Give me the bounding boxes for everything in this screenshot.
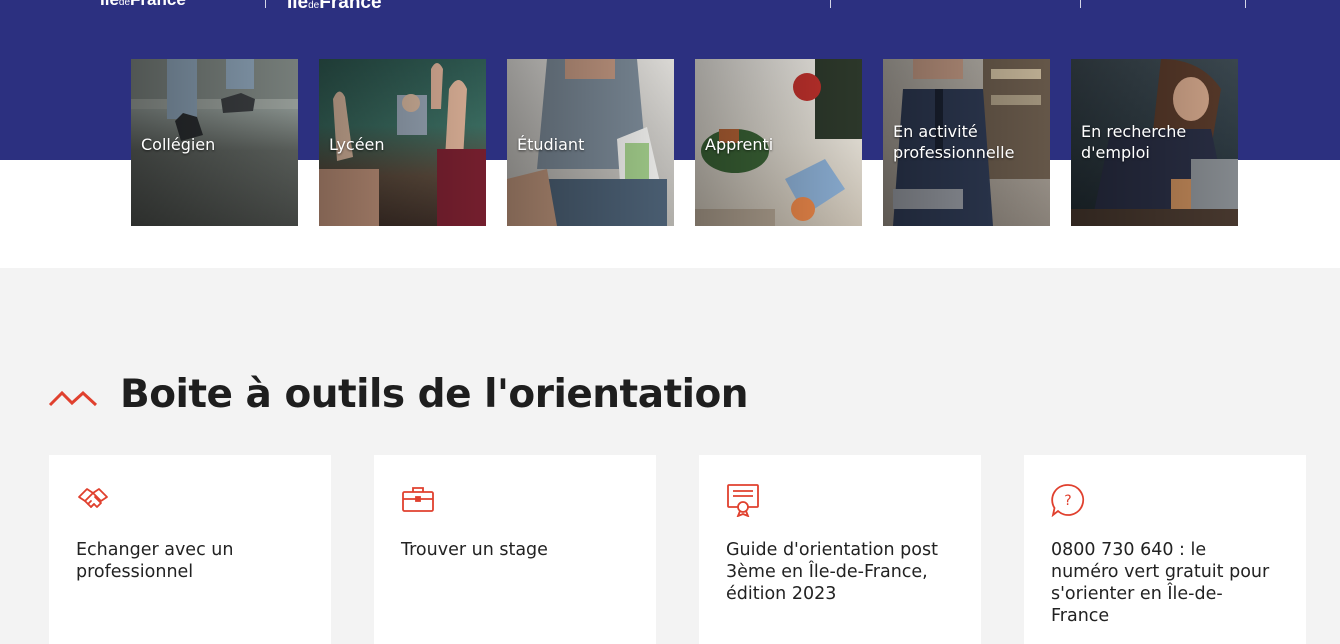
toolbox-cards: Echanger avec un professionnel Trouver u… [49, 455, 1306, 644]
header-divider [265, 0, 266, 8]
profile-label: En activité professionnelle [893, 121, 1044, 163]
profile-label-line: professionnelle [893, 143, 1015, 162]
briefcase-icon [402, 487, 434, 512]
region-logo[interactable]: ÎledeFrance [100, 0, 186, 10]
certificate-icon [727, 484, 759, 517]
zigzag-icon [48, 390, 98, 406]
profile-tile-en-recherche[interactable]: En recherche d'emploi [1071, 59, 1238, 226]
profile-tile-en-activite[interactable]: En activité professionnelle [883, 59, 1050, 226]
tool-card-text: 0800 730 640 : le numéro vert gratuit po… [1051, 540, 1270, 626]
tool-card-numero-vert[interactable]: ? 0800 730 640 : le numéro vert gratuit … [1024, 455, 1306, 644]
partner-logo[interactable]: ÎledeFrance [287, 0, 382, 14]
tool-card-text: Trouver un stage [401, 540, 548, 560]
tool-card-text: Echanger avec un professionnel [76, 540, 234, 582]
nav-divider [1245, 0, 1246, 8]
nav-divider [1080, 0, 1081, 8]
profile-label: Apprenti [705, 134, 774, 154]
profile-tile-lyceen[interactable]: Lycéen [319, 59, 486, 226]
profile-label-line: En activité [893, 122, 978, 141]
profile-label-line: En recherche [1081, 122, 1187, 141]
profile-tiles: Collégien Lycéen Étudiant Apprenti En ac… [131, 59, 1238, 226]
profile-label-line: d'emploi [1081, 143, 1150, 162]
tool-card-guide[interactable]: Guide d'orientation post 3ème en Île-de-… [699, 455, 981, 644]
profile-label: Collégien [141, 134, 216, 154]
toolbox-heading: Boite à outils de l'orientation [48, 372, 749, 417]
tool-card-echanger[interactable]: Echanger avec un professionnel [49, 455, 331, 644]
profile-label: En recherche d'emploi [1081, 121, 1232, 163]
tool-card-stage[interactable]: Trouver un stage [374, 455, 656, 644]
nav-divider [830, 0, 831, 8]
profile-label: Étudiant [517, 134, 585, 154]
profile-label: Lycéen [329, 134, 385, 154]
profile-tile-collegien[interactable]: Collégien [131, 59, 298, 226]
profile-tile-etudiant[interactable]: Étudiant [507, 59, 674, 226]
profile-tile-apprenti[interactable]: Apprenti [695, 59, 862, 226]
hero-section: ÎledeFrance ÎledeFrance Collégien [0, 0, 1340, 268]
handshake-icon [78, 488, 108, 508]
page-title: Boite à outils de l'orientation [120, 372, 749, 417]
tool-card-text: Guide d'orientation post 3ème en Île-de-… [726, 540, 938, 604]
question-icon: ? [1051, 484, 1085, 517]
svg-text:?: ? [1064, 493, 1071, 509]
